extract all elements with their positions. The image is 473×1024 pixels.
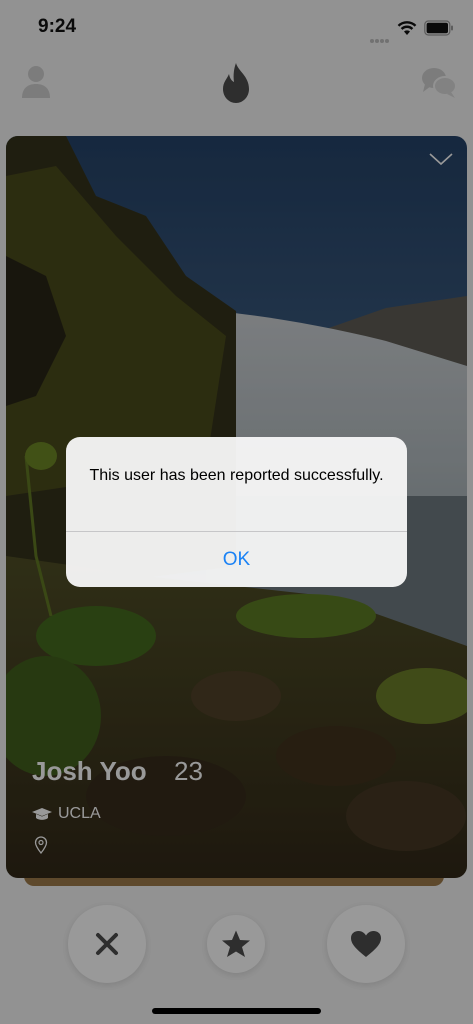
alert-message: This user has been reported successfully… [89, 467, 384, 484]
home-indicator[interactable] [152, 1008, 321, 1014]
alert-ok-button[interactable]: OK [66, 532, 407, 587]
report-alert-dialog: This user has been reported successfully… [66, 437, 407, 587]
